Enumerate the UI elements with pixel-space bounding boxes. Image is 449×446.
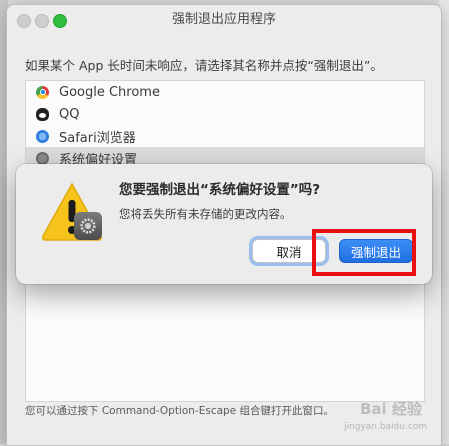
dialog-message: 您将丢失所有未存储的更改内容。 — [119, 207, 292, 221]
app-item-label: Safari浏览器 — [59, 130, 136, 146]
chrome-icon — [36, 85, 49, 99]
safari-icon — [36, 129, 49, 143]
app-item-label: Google Chrome — [59, 84, 160, 100]
minimize-button[interactable] — [35, 14, 49, 28]
window-title: 强制退出应用程序 — [171, 12, 276, 27]
watermark-url: jingyan.baidu.com — [344, 422, 428, 432]
zoom-button[interactable] — [53, 14, 67, 28]
watermark-brand: Bai 经验 — [360, 400, 422, 418]
footer-hint: 您可以通过按下 Command-Option-Escape 组合键打开此窗口。 — [25, 405, 334, 417]
qq-icon — [36, 107, 49, 121]
dialog-title: 您要强制退出“系统偏好设置”吗? — [119, 182, 321, 198]
close-button[interactable] — [17, 14, 31, 28]
instruction-text: 如果某个 App 长时间未响应，请选择其名称并点按“强制退出”。 — [25, 58, 383, 73]
app-item-chrome[interactable]: Google Chrome — [26, 81, 424, 103]
annotation-highlight-box — [312, 229, 416, 276]
app-item-qq[interactable]: QQ — [26, 103, 424, 125]
app-item-safari[interactable]: Safari浏览器 — [26, 125, 424, 147]
window-titlebar: 强制退出应用程序 — [7, 5, 441, 35]
system-preferences-badge-icon — [74, 212, 102, 240]
gear-icon — [80, 218, 96, 234]
system-preferences-icon — [36, 151, 49, 165]
warning-icon-group — [40, 180, 104, 244]
app-item-label: QQ — [59, 106, 80, 122]
